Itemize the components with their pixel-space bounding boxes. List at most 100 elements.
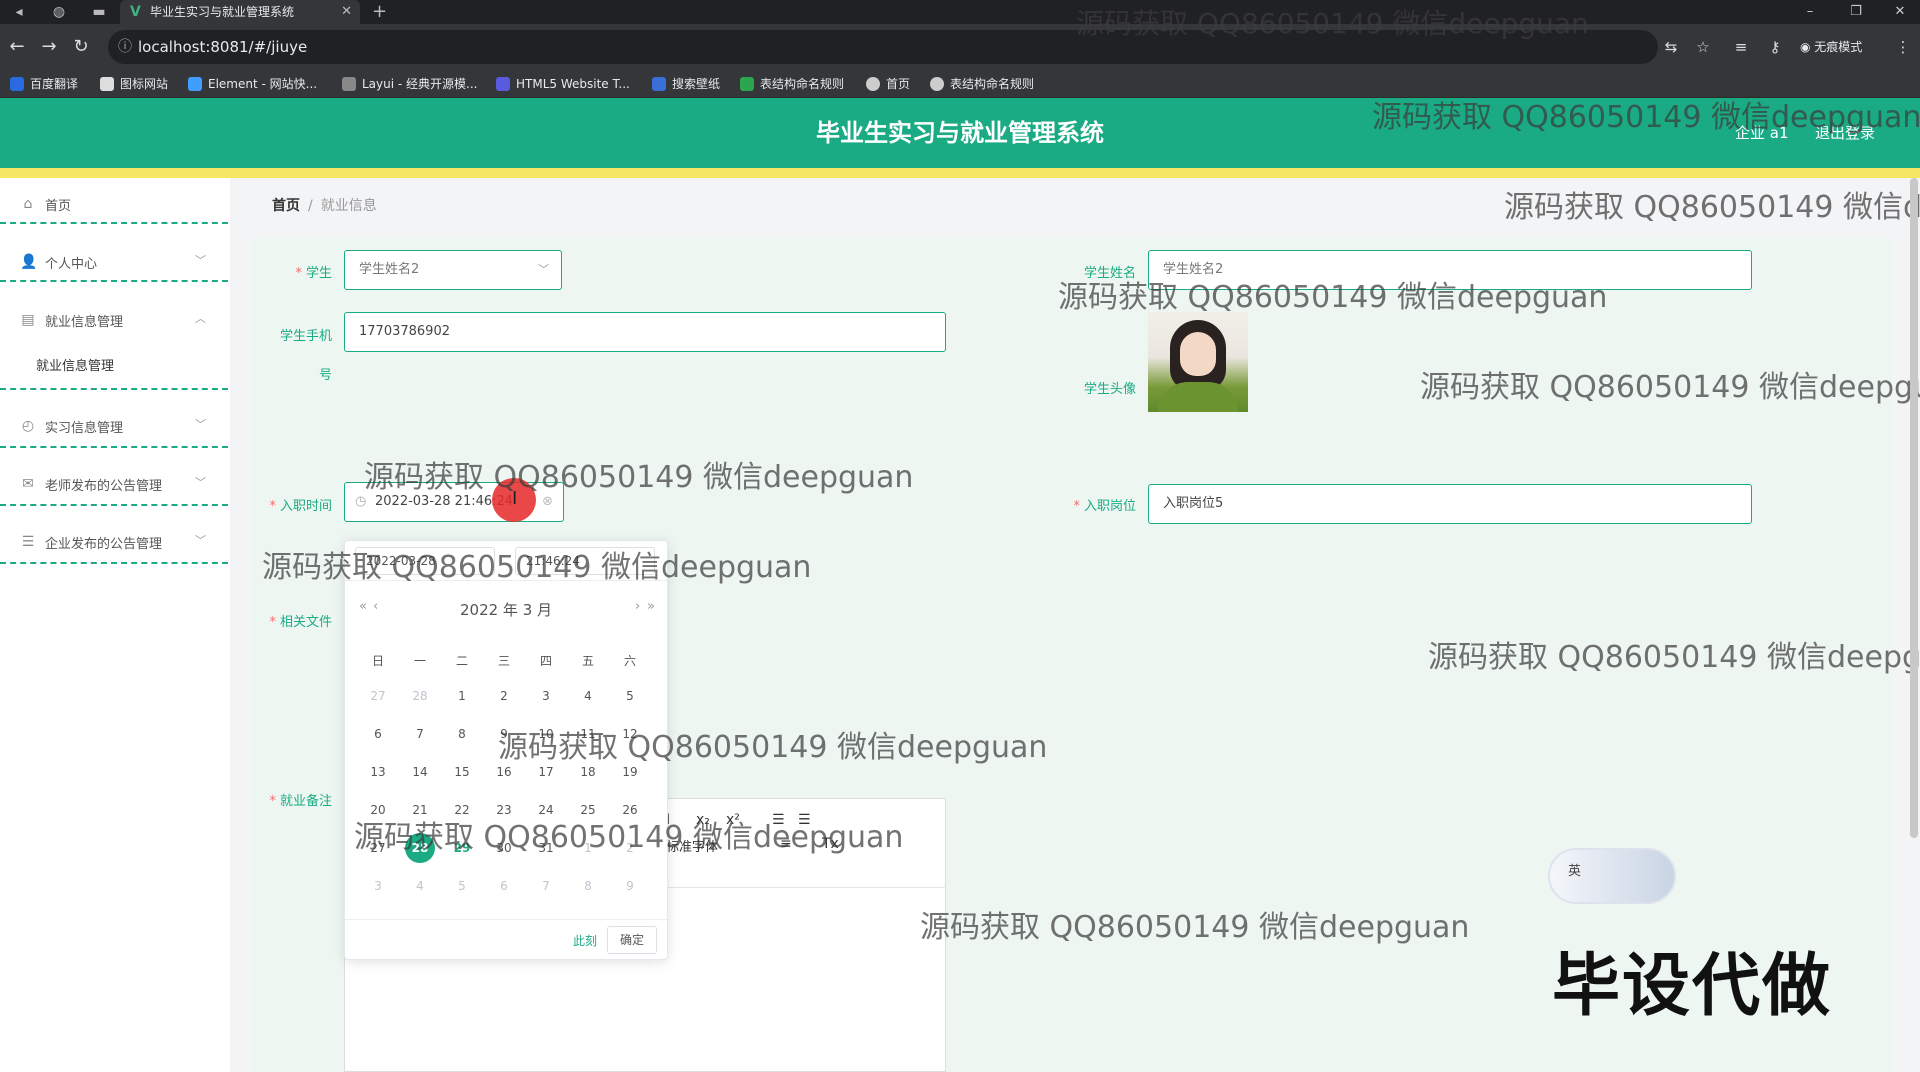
browser-menu-icon[interactable]: ⋮: [1892, 36, 1914, 58]
bookmark-item[interactable]: Element - 网站快...: [188, 70, 317, 98]
bookmark-item[interactable]: 表结构命名规则: [930, 70, 1034, 98]
avatar-body: [1158, 382, 1238, 412]
date-cell[interactable]: 3: [363, 871, 393, 901]
date-cell[interactable]: 7: [531, 871, 561, 901]
clock-icon: ◴: [21, 418, 35, 434]
confirm-button[interactable]: 确定: [607, 926, 657, 954]
avatar-face: [1180, 332, 1216, 376]
date-cell[interactable]: 5: [447, 871, 477, 901]
watermark: 源码获取 QQ86050149 微信deepguan: [1428, 640, 1920, 675]
new-tab-icon[interactable]: +: [372, 0, 387, 24]
restore-icon[interactable]: ❐: [1836, 0, 1876, 24]
date-cell[interactable]: 4: [405, 871, 435, 901]
next-month-icon[interactable]: ›: [635, 599, 640, 614]
next-year-icon[interactable]: »: [647, 599, 655, 614]
reading-list-icon[interactable]: ≡: [1730, 36, 1752, 58]
watermark: 源码获取 QQ86050149 微信deepguan: [1058, 280, 1608, 315]
back-icon[interactable]: ←: [4, 34, 30, 60]
key-icon[interactable]: ⚷: [1764, 36, 1786, 58]
date-picker-footer: 此刻 确定: [345, 919, 667, 961]
clipboard-icon: ▤: [21, 312, 35, 328]
incognito-indicator[interactable]: ◉ 无痕模式: [1800, 36, 1862, 58]
date-cell[interactable]: 14: [405, 757, 435, 787]
menu-divider: [0, 446, 228, 448]
date-cell[interactable]: 5: [615, 681, 645, 711]
date-cell[interactable]: 6: [363, 719, 393, 749]
window-close-icon[interactable]: ✕: [1880, 0, 1920, 24]
watermark: 源码获取 QQ86050149 微信deepguan: [262, 550, 812, 585]
date-cell[interactable]: 28: [405, 681, 435, 711]
date-cell[interactable]: 9: [615, 871, 645, 901]
bookmark-favicon-icon: [188, 76, 202, 91]
date-cell[interactable]: 6: [489, 871, 519, 901]
promo-badge: 毕设代做: [1552, 947, 1833, 1026]
bookmark-item[interactable]: 首页: [866, 70, 910, 98]
chevron-up-icon: ︿: [195, 312, 206, 325]
chevron-down-icon: ﹀: [195, 534, 206, 547]
phone-input[interactable]: 17703786902: [344, 312, 946, 352]
bookmark-item[interactable]: 图标网站: [100, 70, 168, 98]
tab-globe-icon[interactable]: ◍: [48, 2, 70, 22]
bookmark-label: 表结构命名规则: [950, 77, 1035, 91]
tab-window-icon[interactable]: ▬: [88, 2, 110, 22]
chevron-down-icon: ﹀: [195, 476, 206, 489]
date-cell[interactable]: 27: [363, 681, 393, 711]
date-cell[interactable]: 7: [405, 719, 435, 749]
bookmark-star-icon[interactable]: ☆: [1692, 36, 1714, 58]
position-input[interactable]: 入职岗位5: [1148, 484, 1752, 524]
position-label: * 入职岗位: [1073, 499, 1136, 514]
menu-divider: [0, 222, 228, 224]
date-cell[interactable]: 8: [573, 871, 603, 901]
bookmark-favicon-icon: [740, 76, 754, 91]
bookmark-label: Layui - 经典开源模...: [362, 77, 478, 91]
submenu-item-employment-info[interactable]: 就业信息管理: [36, 355, 114, 374]
page-scrollbar[interactable]: [1910, 178, 1918, 838]
date-picker-header: 2022 年 3 月: [459, 601, 553, 619]
sidebar-item-home[interactable]: ⌂ 首页: [0, 178, 230, 234]
label-text: 入职岗位: [1083, 499, 1136, 514]
menu-divider: [0, 280, 228, 282]
student-label: * 学生: [295, 266, 332, 281]
bookmark-item[interactable]: 表结构命名规则: [740, 70, 844, 98]
date-cell[interactable]: 1: [447, 681, 477, 711]
files-label: * 相关文件: [269, 615, 332, 630]
bookmark-item[interactable]: 百度翻译: [10, 70, 78, 98]
bookmark-item[interactable]: 搜索壁纸: [652, 70, 720, 98]
phone-label-cont: 号: [318, 368, 332, 383]
chevron-down-icon: ﹀: [195, 418, 206, 431]
minimize-icon[interactable]: –: [1790, 0, 1830, 24]
sidebar-item-personal-center[interactable]: 👤 个人中心 ﹀: [0, 236, 230, 292]
active-tab[interactable]: V 毕业生实习与就业管理系统 ✕: [120, 0, 360, 24]
bookmark-label: 首页: [886, 77, 911, 91]
user-icon: 👤: [20, 254, 38, 270]
bookmark-item[interactable]: Layui - 经典开源模...: [342, 70, 477, 98]
site-info-icon[interactable]: ⓘ: [118, 30, 132, 64]
student-select[interactable]: 学生姓名2 ﹀: [344, 250, 562, 290]
date-cell[interactable]: 3: [531, 681, 561, 711]
sidebar-item-employment[interactable]: ▤ 就业信息管理 ︿: [0, 294, 230, 350]
tab-close-icon[interactable]: ✕: [341, 0, 352, 24]
weekday-label: 五: [581, 654, 594, 668]
menu-divider: [0, 388, 228, 390]
ime-widget[interactable]: 英: [1548, 848, 1676, 904]
translate-icon[interactable]: ⇆: [1660, 36, 1682, 58]
bookmark-item[interactable]: HTML5 Website T...: [496, 70, 630, 98]
breadcrumb-home[interactable]: 首页: [272, 198, 300, 214]
forward-icon[interactable]: →: [36, 34, 62, 60]
breadcrumb: 首页 / 就业信息: [272, 195, 377, 215]
date-cell[interactable]: 2: [489, 681, 519, 711]
bookmark-label: 图标网站: [120, 77, 169, 91]
now-button[interactable]: 此刻: [573, 932, 597, 949]
sidebar-item-label: 首页: [45, 199, 72, 214]
date-cell[interactable]: 8: [447, 719, 477, 749]
bookmark-favicon-icon: [930, 76, 944, 91]
breadcrumb-separator: /: [308, 198, 313, 214]
url-text: localhost:8081/#/jiuye: [138, 38, 308, 56]
date-cell[interactable]: 4: [573, 681, 603, 711]
date-cell[interactable]: 15: [447, 757, 477, 787]
reload-icon[interactable]: ↻: [68, 34, 94, 60]
browser-address-bar: ← → ↻ ⓘ localhost:8081/#/jiuye ⇆ ☆ ≡ ⚷ ◉…: [0, 24, 1920, 70]
date-cell[interactable]: 13: [363, 757, 393, 787]
tab-audio-icon[interactable]: ◂: [8, 2, 30, 22]
bookmark-favicon-icon: [866, 76, 880, 91]
